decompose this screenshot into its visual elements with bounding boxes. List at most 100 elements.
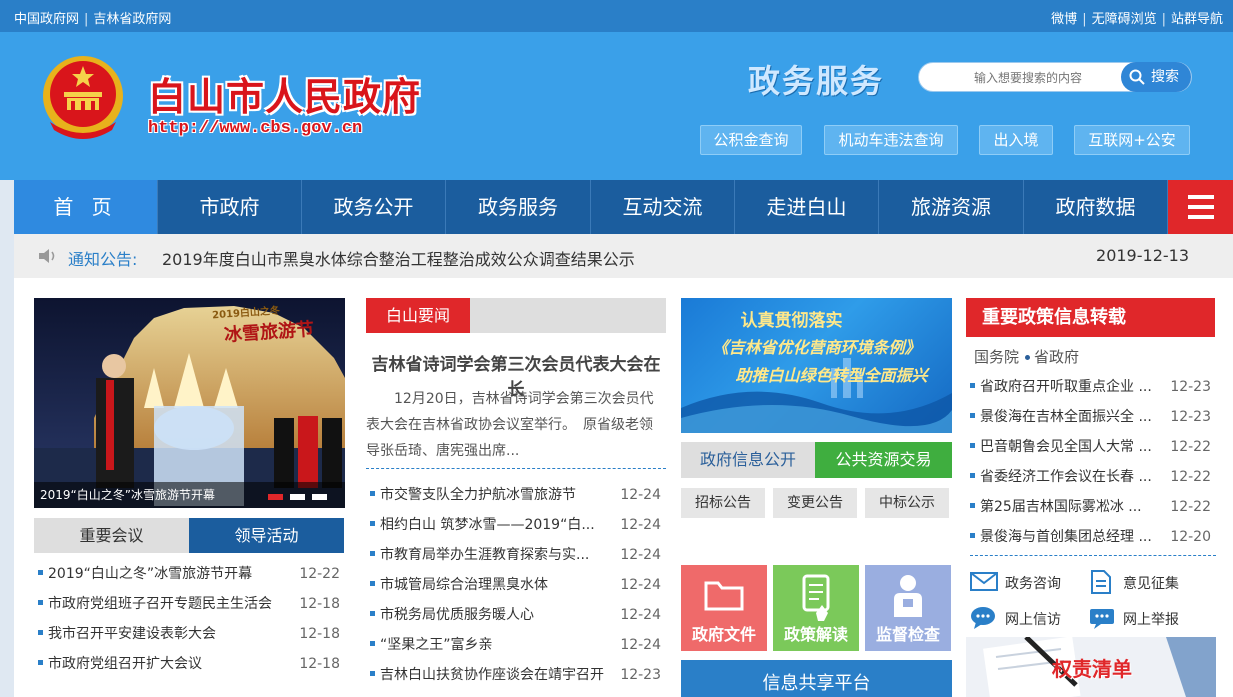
power-list-banner[interactable]: 权责清单 (966, 637, 1216, 697)
search-button[interactable]: 搜索 (1121, 62, 1191, 92)
tab-leader-activities[interactable]: 领导活动 (189, 518, 344, 553)
bullet (370, 580, 375, 586)
site-title[interactable]: 白山市人民政府 (148, 66, 421, 121)
button-change-notice[interactable]: 变更公告 (773, 488, 857, 518)
nav-item-gov-affairs[interactable]: 政务公开 (302, 180, 446, 234)
quick-button-vehicle-violation[interactable]: 机动车违法查询 (824, 125, 958, 155)
nav-item-home[interactable]: 首 页 (14, 180, 158, 234)
top-links-right: 微博 | 无障碍浏览 | 站群导航 (1051, 8, 1223, 27)
list-item-title: 市政府党组召开扩大会议 (48, 656, 202, 672)
list-item[interactable]: 省政府召开听取重点企业 ... 12-23 (970, 372, 1211, 402)
list-item-date: 12-18 (299, 596, 340, 612)
tab-state-council[interactable]: 国务院 (974, 348, 1019, 366)
policy-section-title: 重要政策信息转载 (966, 298, 1215, 337)
search-input[interactable] (933, 69, 1123, 87)
list-item[interactable]: 省委经济工作会议在长春 ... 12-22 (970, 462, 1211, 492)
list-item-date: 12-22 (1170, 499, 1211, 515)
list-item[interactable]: 景俊海与首创集团总经理 ... 12-20 (970, 522, 1211, 552)
list-item-date: 12-24 (620, 607, 661, 623)
notice-link[interactable]: 2019年度白山市黑臭水体综合整治工程整治成效公众调查结果公示 (162, 246, 635, 270)
list-item-title: 景俊海在吉林全面振兴全 ... (980, 409, 1152, 425)
divider (970, 555, 1216, 556)
service-feedback[interactable]: 意见征集 (1088, 570, 1198, 594)
tab-public-resource-trading[interactable]: 公共资源交易 (815, 442, 952, 478)
bullet (370, 550, 375, 556)
list-item-date: 12-18 (299, 656, 340, 672)
list-item-title: 市城管局综合治理黑臭水体 (380, 577, 548, 593)
bullet (970, 502, 975, 508)
service-consult[interactable]: 政务咨询 (970, 570, 1080, 594)
button-award-notice[interactable]: 中标公示 (865, 488, 949, 518)
service-label: 政务咨询 (1005, 576, 1061, 592)
list-item[interactable]: 市税务局优质服务暖人心 12-24 (370, 600, 661, 630)
list-item[interactable]: 景俊海在吉林全面振兴全 ... 12-23 (970, 402, 1211, 432)
list-item-title: 市教育局举办生涯教育探索与实... (380, 547, 590, 563)
list-item[interactable]: 相约白山 筑梦冰雪——2019“白... 12-24 (370, 510, 661, 540)
list-item-title: 吉林白山扶贫协作座谈会在靖宇召开 (380, 667, 604, 683)
slideshow-dot[interactable] (312, 494, 327, 500)
header: 白山市人民政府 http://www.cbs.gov.cn 政务服务 搜索 公积… (0, 32, 1233, 180)
tile-gov-documents[interactable]: 政府文件 (681, 565, 767, 651)
tab-provincial-gov[interactable]: 省政府 (1034, 348, 1079, 366)
tab-gov-info-disclosure[interactable]: 政府信息公开 (681, 442, 815, 478)
bullet (970, 382, 975, 388)
promo-banner[interactable]: 认真贯彻落实 《吉林省优化营商环境条例》 助推白山绿色转型全面振兴 (681, 298, 952, 433)
tile-policy-interpretation[interactable]: 政策解读 (773, 565, 859, 651)
link-jilin-gov[interactable]: 吉林省政府网 (93, 12, 171, 27)
bullet (370, 670, 375, 676)
nav-item-city-gov[interactable]: 市政府 (158, 180, 302, 234)
slideshow[interactable]: 2019白山之冬 冰雪旅游节 2019“白山之冬”冰雪旅游节开幕 (34, 298, 345, 508)
link-accessibility[interactable]: 无障碍浏览 (1092, 12, 1157, 27)
search-box: 搜索 (918, 62, 1192, 92)
list-item[interactable]: 市政府党组班子召开专题民主生活会 12-18 (38, 589, 340, 619)
quick-button-internet-police[interactable]: 互联网+公安 (1074, 125, 1190, 155)
tab-important-meetings[interactable]: 重要会议 (34, 518, 189, 553)
service-report[interactable]: 网上举报 (1088, 606, 1198, 630)
top-bar: 中国政府网 | 吉林省政府网 微博 | 无障碍浏览 | 站群导航 (0, 0, 1233, 32)
nav-item-about-baishan[interactable]: 走进白山 (735, 180, 879, 234)
link-china-gov[interactable]: 中国政府网 (14, 12, 79, 27)
menu-button[interactable] (1168, 180, 1233, 234)
mail-icon (970, 572, 998, 591)
tab-baishan-news[interactable]: 白山要闻 (366, 298, 470, 333)
promo-line-2: 《吉林省优化营商环境条例》 (712, 338, 921, 357)
service-label: 网上举报 (1123, 612, 1179, 628)
service-petition[interactable]: 网上信访 (970, 606, 1080, 630)
tile-label: 政策解读 (783, 625, 848, 644)
quick-button-exit-entry[interactable]: 出入境 (979, 125, 1053, 155)
list-item[interactable]: 市交警支队全力护航冰雪旅游节 12-24 (370, 480, 661, 510)
link-weibo[interactable]: 微博 (1051, 12, 1077, 27)
bullet (370, 610, 375, 616)
nav-item-gov-services[interactable]: 政务服务 (446, 180, 591, 234)
nav-item-gov-data[interactable]: 政府数据 (1024, 180, 1168, 234)
list-item[interactable]: 市教育局举办生涯教育探索与实... 12-24 (370, 540, 661, 570)
button-tender-notice[interactable]: 招标公告 (681, 488, 765, 518)
list-item[interactable]: 市城管局综合治理黑臭水体 12-24 (370, 570, 661, 600)
info-share-platform[interactable]: 信息共享平台 (681, 660, 952, 697)
search-icon (1129, 69, 1145, 85)
slideshow-dot-active[interactable] (268, 494, 283, 500)
list-item[interactable]: 第25届吉林国际雾凇冰 ... 12-22 (970, 492, 1211, 522)
list-item-date: 12-20 (1170, 529, 1211, 545)
tile-supervision[interactable]: 监督检查 (865, 565, 951, 651)
power-list-label: 权责清单 (1052, 657, 1132, 681)
form-icon (1091, 570, 1111, 594)
list-item[interactable]: “坚果之王”富乡亲 12-24 (370, 630, 661, 660)
list-item[interactable]: 市政府党组召开扩大会议 12-18 (38, 649, 340, 679)
list-item-title: 市政府党组班子召开专题民主生活会 (48, 596, 272, 612)
list-item-date: 12-24 (620, 547, 661, 563)
list-item[interactable]: 2019“白山之冬”冰雪旅游节开幕 12-22 (38, 559, 340, 589)
nav-item-tourism[interactable]: 旅游资源 (879, 180, 1024, 234)
nav-item-interaction[interactable]: 互动交流 (591, 180, 735, 234)
main-nav: 首 页 市政府 政务公开 政务服务 互动交流 走进白山 旅游资源 政府数据 (14, 180, 1233, 234)
promo-line-1: 认真贯彻落实 (740, 311, 843, 331)
bullet (1025, 355, 1031, 360)
notice-bar: 通知公告: 2019年度白山市黑臭水体综合整治工程整治成效公众调查结果公示 20… (14, 234, 1233, 278)
quick-button-housing-fund[interactable]: 公积金查询 (700, 125, 802, 155)
list-item[interactable]: 吉林白山扶贫协作座谈会在靖宇召开 12-23 (370, 660, 661, 690)
list-item[interactable]: 我市召开平安建设表彰大会 12-18 (38, 619, 340, 649)
tile-label: 监督检查 (875, 625, 940, 644)
link-site-nav[interactable]: 站群导航 (1171, 12, 1223, 27)
slideshow-dot[interactable] (290, 494, 305, 500)
list-item[interactable]: 巴音朝鲁会见全国人大常 ... 12-22 (970, 432, 1211, 462)
